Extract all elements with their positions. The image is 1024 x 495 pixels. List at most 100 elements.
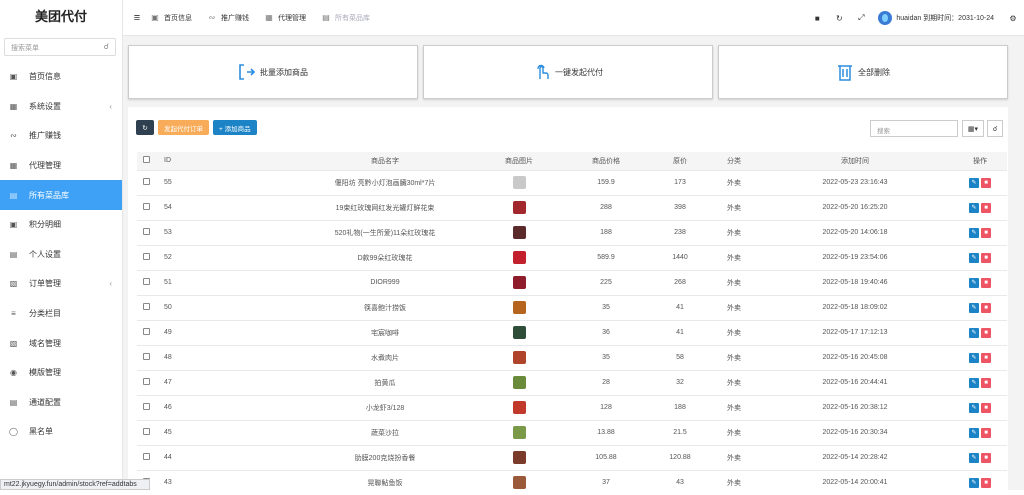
col-id[interactable]: ID xyxy=(155,152,295,170)
edit-button[interactable]: ✎ xyxy=(969,203,979,213)
row-select[interactable] xyxy=(137,195,155,220)
edit-button[interactable]: ✎ xyxy=(969,453,979,463)
menu-search-input[interactable]: 搜索菜单 ☌ xyxy=(4,38,116,56)
col-orig-price[interactable]: 原价 xyxy=(649,152,711,170)
checkbox[interactable] xyxy=(143,156,150,163)
product-thumbnail[interactable] xyxy=(513,426,526,439)
checkbox[interactable] xyxy=(143,328,150,335)
delete-button[interactable]: ■ xyxy=(981,253,991,263)
sidebar-item-9[interactable]: ▧域名管理 xyxy=(0,328,122,358)
delete-all-card[interactable]: 全部删除 xyxy=(718,45,1008,99)
row-select[interactable] xyxy=(137,245,155,270)
checkbox[interactable] xyxy=(143,378,150,385)
edit-button[interactable]: ✎ xyxy=(969,303,979,313)
sidebar-item-11[interactable]: ▤通道配置 xyxy=(0,388,122,418)
delete-button[interactable]: ■ xyxy=(981,178,991,188)
col-price[interactable]: 商品价格 xyxy=(563,152,649,170)
row-select[interactable] xyxy=(137,270,155,295)
init-pay-order-button[interactable]: 发起代付订单 xyxy=(158,120,209,135)
product-thumbnail[interactable] xyxy=(513,476,526,489)
row-select[interactable] xyxy=(137,220,155,245)
row-select[interactable] xyxy=(137,320,155,345)
tab-dishes[interactable]: ▤所有菜品库 xyxy=(320,13,370,23)
delete-button[interactable]: ■ xyxy=(981,278,991,288)
sidebar-item-8[interactable]: ≡分类栏目 xyxy=(0,299,122,329)
delete-button[interactable]: ■ xyxy=(981,478,991,488)
sidebar-item-12[interactable]: ◯黑名单 xyxy=(0,417,122,447)
checkbox[interactable] xyxy=(143,228,150,235)
batch-add-card[interactable]: 批量添加商品 xyxy=(128,45,418,99)
col-time[interactable]: 添加时间 xyxy=(757,152,953,170)
add-product-button[interactable]: + 添加商品 xyxy=(213,120,257,135)
product-thumbnail[interactable] xyxy=(513,326,526,339)
table-search-input[interactable]: 搜索 xyxy=(870,120,958,137)
columns-toggle-button[interactable]: ▦▾ xyxy=(962,120,984,137)
delete-button[interactable]: ■ xyxy=(981,328,991,338)
checkbox[interactable] xyxy=(143,253,150,260)
checkbox[interactable] xyxy=(143,353,150,360)
tab-agent[interactable]: ▦代理管理 xyxy=(263,13,306,23)
product-thumbnail[interactable] xyxy=(513,276,526,289)
edit-button[interactable]: ✎ xyxy=(969,228,979,238)
sidebar-item-3[interactable]: ▦代理管理 xyxy=(0,151,122,181)
checkbox[interactable] xyxy=(143,178,150,185)
delete-button[interactable]: ■ xyxy=(981,428,991,438)
edit-button[interactable]: ✎ xyxy=(969,428,979,438)
sidebar-item-10[interactable]: ◉模版管理 xyxy=(0,358,122,388)
edit-button[interactable]: ✎ xyxy=(969,328,979,338)
product-thumbnail[interactable] xyxy=(513,376,526,389)
row-select[interactable] xyxy=(137,395,155,420)
select-all-checkbox[interactable] xyxy=(137,152,155,170)
product-thumbnail[interactable] xyxy=(513,401,526,414)
row-select[interactable] xyxy=(137,345,155,370)
tab-promo[interactable]: ∾推广赚钱 xyxy=(206,13,249,23)
refresh-icon[interactable]: ↻ xyxy=(828,14,850,23)
product-thumbnail[interactable] xyxy=(513,201,526,214)
delete-button[interactable]: ■ xyxy=(981,353,991,363)
checkbox[interactable] xyxy=(143,303,150,310)
col-image[interactable]: 商品图片 xyxy=(475,152,563,170)
product-thumbnail[interactable] xyxy=(513,301,526,314)
sidebar-item-6[interactable]: ▤个人设置 xyxy=(0,240,122,270)
delete-button[interactable]: ■ xyxy=(981,203,991,213)
checkbox[interactable] xyxy=(143,453,150,460)
user-info[interactable]: huaidan 到期时间：2031-10-24 xyxy=(896,13,994,23)
menu-toggle-icon[interactable]: ≡ xyxy=(125,12,149,24)
row-select[interactable] xyxy=(137,295,155,320)
sidebar-item-0[interactable]: ▣首页信息 xyxy=(0,62,122,92)
sidebar-item-7[interactable]: ▧订单管理‹ xyxy=(0,269,122,299)
col-category[interactable]: 分类 xyxy=(711,152,757,170)
edit-button[interactable]: ✎ xyxy=(969,278,979,288)
edit-button[interactable]: ✎ xyxy=(969,403,979,413)
checkbox[interactable] xyxy=(143,203,150,210)
checkbox[interactable] xyxy=(143,278,150,285)
product-thumbnail[interactable] xyxy=(513,451,526,464)
delete-button[interactable]: ■ xyxy=(981,378,991,388)
edit-button[interactable]: ✎ xyxy=(969,253,979,263)
delete-button[interactable]: ■ xyxy=(981,453,991,463)
product-thumbnail[interactable] xyxy=(513,176,526,189)
product-thumbnail[interactable] xyxy=(513,226,526,239)
sidebar-item-4[interactable]: ▤所有菜品库 xyxy=(0,180,122,210)
edit-button[interactable]: ✎ xyxy=(969,178,979,188)
delete-button[interactable]: ■ xyxy=(981,303,991,313)
delete-button[interactable]: ■ xyxy=(981,403,991,413)
row-select[interactable] xyxy=(137,370,155,395)
product-thumbnail[interactable] xyxy=(513,251,526,264)
gear-icon[interactable]: ⚙ xyxy=(1002,14,1024,23)
edit-button[interactable]: ✎ xyxy=(969,353,979,363)
row-select[interactable] xyxy=(137,420,155,445)
avatar[interactable] xyxy=(878,11,892,25)
col-name[interactable]: 商品名字 xyxy=(295,152,475,170)
delete-button[interactable]: ■ xyxy=(981,228,991,238)
row-select[interactable] xyxy=(137,170,155,195)
refresh-button[interactable]: ↻ xyxy=(136,120,154,135)
one-click-pay-card[interactable]: 一键发起代付 xyxy=(423,45,713,99)
edit-button[interactable]: ✎ xyxy=(969,378,979,388)
sidebar-item-5[interactable]: ▣积分明细 xyxy=(0,210,122,240)
sidebar-item-1[interactable]: ▦系统设置‹ xyxy=(0,92,122,122)
checkbox[interactable] xyxy=(143,428,150,435)
row-select[interactable] xyxy=(137,445,155,470)
trash-icon[interactable]: ■ xyxy=(806,14,828,23)
product-thumbnail[interactable] xyxy=(513,351,526,364)
